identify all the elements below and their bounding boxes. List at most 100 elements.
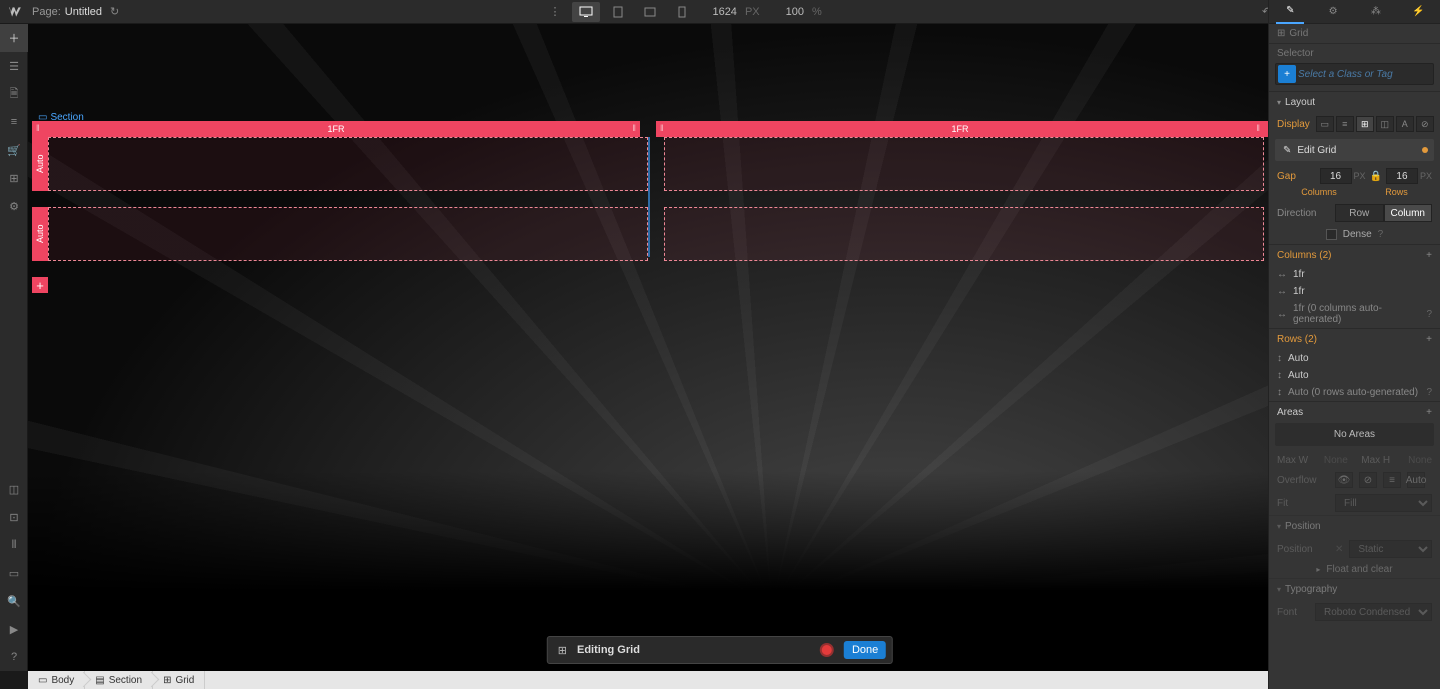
grid-editor[interactable]: 1FR 1FR + Auto Auto +: [32, 121, 1264, 277]
info-icon[interactable]: ?: [1426, 309, 1432, 320]
layout-section-heading[interactable]: ▾Layout: [1269, 91, 1440, 113]
gap-row-unit: PX: [1420, 171, 1432, 181]
maxw-value[interactable]: None: [1324, 455, 1355, 466]
device-tablet-icon[interactable]: [604, 2, 632, 22]
grid-column-header[interactable]: 1FR: [656, 121, 1264, 137]
editing-grid-toolbar: ⊞ Editing Grid Done: [547, 636, 893, 664]
grid-cell[interactable]: [48, 137, 648, 191]
fit-select[interactable]: Fill: [1335, 494, 1432, 512]
overflow-auto-button[interactable]: Auto: [1407, 472, 1425, 488]
gap-columns-input[interactable]: [1320, 168, 1352, 184]
zoom-unit: %: [812, 6, 822, 18]
reload-icon[interactable]: ↻: [110, 5, 119, 18]
edges-icon[interactable]: ▭: [0, 559, 28, 587]
tab-style-icon[interactable]: ✎: [1276, 0, 1304, 24]
float-clear-label[interactable]: Float and clear: [1326, 564, 1392, 575]
typography-section-heading[interactable]: ▾Typography: [1269, 578, 1440, 600]
column-size-icon: ↔: [1277, 309, 1287, 320]
ecommerce-icon[interactable]: 🛒: [0, 136, 28, 164]
overflow-visible-icon[interactable]: 👁: [1335, 472, 1353, 488]
position-select[interactable]: Static: [1349, 540, 1432, 558]
font-label: Font: [1277, 607, 1309, 618]
row-item[interactable]: ↕Auto: [1269, 367, 1440, 384]
column-item[interactable]: ↔1fr: [1269, 283, 1440, 300]
device-mobile-icon[interactable]: [668, 2, 696, 22]
grid-row-header[interactable]: Auto: [32, 137, 48, 191]
areas-heading-label: Areas: [1277, 407, 1303, 418]
pages-icon[interactable]: 🗎: [0, 80, 28, 108]
add-column-icon[interactable]: +: [1426, 250, 1432, 261]
device-tablet-landscape-icon[interactable]: [636, 2, 664, 22]
areas-section-heading[interactable]: Areas +: [1269, 401, 1440, 423]
canvas[interactable]: ▭ Section 1FR 1FR + Auto Auto +: [28, 24, 1268, 671]
row-size-label: Auto: [35, 225, 45, 244]
settings-icon[interactable]: ⚙: [0, 192, 28, 220]
help-icon[interactable]: ?: [0, 643, 28, 671]
overflow-hidden-icon[interactable]: ⊘: [1359, 472, 1377, 488]
columns-section-heading[interactable]: Columns (2) +: [1269, 244, 1440, 266]
grid-cell[interactable]: [48, 207, 648, 261]
direction-column-button[interactable]: Column: [1384, 204, 1433, 222]
column-size-icon: ↔: [1277, 286, 1287, 297]
add-element-icon[interactable]: ＋: [0, 24, 28, 52]
grid-divider[interactable]: [648, 137, 650, 257]
add-class-icon[interactable]: +: [1278, 65, 1296, 83]
row-size-label: Auto: [35, 155, 45, 174]
overflow-scroll-icon[interactable]: ≡: [1383, 472, 1401, 488]
tab-effects-icon[interactable]: ⚡: [1405, 0, 1433, 24]
maxh-value[interactable]: None: [1408, 455, 1432, 466]
search-icon[interactable]: 🔍: [0, 587, 28, 615]
display-grid-icon[interactable]: ⊞: [1356, 116, 1374, 132]
page-title[interactable]: Untitled: [65, 6, 102, 18]
page-options-icon[interactable]: ⋮: [549, 5, 560, 18]
video-icon[interactable]: ▶: [0, 615, 28, 643]
navigator-icon[interactable]: ☰: [0, 52, 28, 80]
grid-row-header[interactable]: Auto: [32, 207, 48, 261]
dense-checkbox[interactable]: [1326, 229, 1337, 240]
row-item[interactable]: ↕Auto: [1269, 350, 1440, 367]
info-icon[interactable]: ?: [1378, 229, 1384, 240]
rows-auto-generated: ↕Auto (0 rows auto-generated)?: [1269, 384, 1440, 401]
breadcrumb-body[interactable]: ▭Body: [28, 671, 85, 689]
cms-icon[interactable]: ≡: [0, 108, 28, 136]
display-inline-icon[interactable]: A: [1396, 116, 1414, 132]
columns-heading-label: Columns (2): [1277, 250, 1331, 261]
zoom-value[interactable]: 100: [786, 6, 804, 18]
display-none-icon[interactable]: ⊘: [1416, 116, 1434, 132]
grid-cell[interactable]: [664, 207, 1264, 261]
rows-section-heading[interactable]: Rows (2) +: [1269, 328, 1440, 350]
tab-settings-icon[interactable]: ⚙: [1319, 0, 1347, 24]
breadcrumb: ▭Body ▤Section ⊞Grid: [28, 671, 1440, 689]
lock-icon[interactable]: 🔒: [1370, 171, 1382, 182]
column-item[interactable]: ↔1fr: [1269, 266, 1440, 283]
edit-grid-button[interactable]: ✎ Edit Grid: [1275, 139, 1434, 161]
info-icon[interactable]: ?: [1426, 387, 1432, 398]
breadcrumb-section[interactable]: ▤Section: [85, 671, 153, 689]
add-row-button[interactable]: +: [32, 277, 48, 293]
audit-icon[interactable]: ◫: [0, 475, 28, 503]
direction-row-button[interactable]: Row: [1335, 204, 1384, 222]
display-block-icon[interactable]: ▭: [1316, 116, 1334, 132]
spacing-icon[interactable]: ⫴: [0, 531, 28, 559]
grid-column-header[interactable]: 1FR: [32, 121, 640, 137]
structure-icon[interactable]: ⊡: [0, 503, 28, 531]
font-select[interactable]: Roboto Condensed: [1315, 603, 1432, 621]
assets-icon[interactable]: ⊞: [0, 164, 28, 192]
gap-rows-input[interactable]: [1386, 168, 1418, 184]
close-icon[interactable]: ✕: [1335, 544, 1343, 555]
viewport-width[interactable]: 1624: [712, 6, 736, 18]
no-areas-message: No Areas: [1275, 423, 1434, 446]
selector-input[interactable]: + Select a Class or Tag: [1275, 63, 1434, 85]
tab-interactions-icon[interactable]: ⁂: [1362, 0, 1390, 24]
grid-cell[interactable]: [664, 137, 1264, 191]
add-row-icon[interactable]: +: [1426, 334, 1432, 345]
webflow-logo-icon: [8, 5, 22, 19]
breadcrumb-grid[interactable]: ⊞Grid: [153, 671, 205, 689]
device-toolbar: ⋮ 1624 PX 100 %: [549, 2, 831, 22]
device-desktop-icon[interactable]: [572, 2, 600, 22]
display-inline-block-icon[interactable]: ◫: [1376, 116, 1394, 132]
display-flex-icon[interactable]: ≡: [1336, 116, 1354, 132]
position-section-heading[interactable]: ▾Position: [1269, 515, 1440, 537]
done-button[interactable]: Done: [844, 641, 886, 659]
add-area-icon[interactable]: +: [1426, 407, 1432, 418]
